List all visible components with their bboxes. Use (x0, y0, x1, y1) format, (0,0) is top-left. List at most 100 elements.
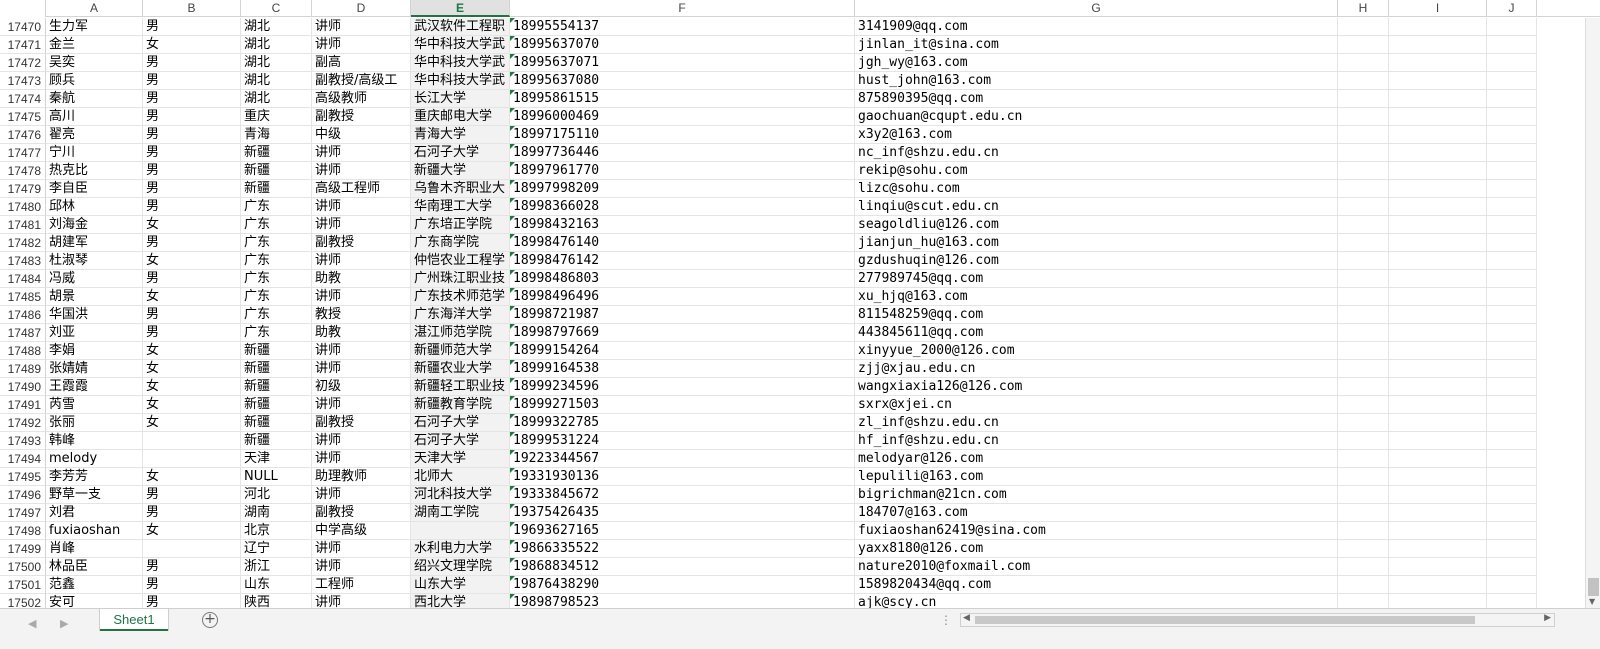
cell-b[interactable] (143, 540, 241, 558)
cell-d[interactable]: 副教授 (312, 504, 411, 522)
row-header[interactable]: 17499 (0, 540, 46, 558)
cell-f[interactable]: 18995637070 (510, 36, 855, 54)
cell-a[interactable]: 王霞霞 (46, 378, 143, 396)
row-header[interactable]: 17493 (0, 432, 46, 450)
cell-a[interactable]: 李芳芳 (46, 468, 143, 486)
cell-a[interactable]: 金兰 (46, 36, 143, 54)
cell-c[interactable]: 新疆 (241, 378, 312, 396)
cell-i[interactable] (1389, 396, 1487, 414)
cell-c[interactable]: 天津 (241, 450, 312, 468)
cell-f[interactable]: 18995861515 (510, 90, 855, 108)
cell-e[interactable]: 长江大学 (411, 90, 510, 108)
cell-c[interactable]: 湖北 (241, 72, 312, 90)
cell-d[interactable]: 高级教师 (312, 90, 411, 108)
cell-c[interactable]: 湖北 (241, 18, 312, 36)
cell-c[interactable]: 广东 (241, 234, 312, 252)
cell-c[interactable]: 北京 (241, 522, 312, 540)
cell-d[interactable]: 初级 (312, 378, 411, 396)
cell-c[interactable]: 湖北 (241, 90, 312, 108)
cell-e[interactable]: 河北科技大学 (411, 486, 510, 504)
cell-i[interactable] (1389, 378, 1487, 396)
cell-f[interactable]: 19866335522 (510, 540, 855, 558)
cell-d[interactable]: 助教 (312, 270, 411, 288)
cell-c[interactable]: 浙江 (241, 558, 312, 576)
cell-h[interactable] (1338, 540, 1389, 558)
cell-f[interactable]: 18997175110 (510, 126, 855, 144)
row-header[interactable]: 17496 (0, 486, 46, 504)
horizontal-scrollbar[interactable]: ◀ ▶ (960, 613, 1555, 627)
row-header[interactable]: 17482 (0, 234, 46, 252)
cell-j[interactable] (1487, 198, 1537, 216)
cell-f[interactable]: 18998432163 (510, 216, 855, 234)
cell-g[interactable]: bigrichman@21cn.com (855, 486, 1338, 504)
cell-f[interactable]: 18995637080 (510, 72, 855, 90)
cell-b[interactable]: 男 (143, 504, 241, 522)
cell-a[interactable]: 吴奕 (46, 54, 143, 72)
cell-j[interactable] (1487, 324, 1537, 342)
cell-a[interactable]: 高川 (46, 108, 143, 126)
cell-j[interactable] (1487, 576, 1537, 594)
cell-i[interactable] (1389, 144, 1487, 162)
row-header[interactable]: 17495 (0, 468, 46, 486)
cell-a[interactable]: fuxiaoshan (46, 522, 143, 540)
cell-f[interactable]: 18995637071 (510, 54, 855, 72)
cell-b[interactable] (143, 432, 241, 450)
cell-g[interactable]: sxrx@xjei.cn (855, 396, 1338, 414)
cell-a[interactable]: 韩峰 (46, 432, 143, 450)
cell-j[interactable] (1487, 180, 1537, 198)
row-header[interactable]: 17486 (0, 306, 46, 324)
column-header-g[interactable]: G (855, 0, 1338, 17)
row-header[interactable]: 17500 (0, 558, 46, 576)
cell-j[interactable] (1487, 558, 1537, 576)
vertical-scroll-thumb[interactable] (1588, 578, 1599, 596)
scroll-right-arrow-icon[interactable]: ▶ (1544, 613, 1551, 623)
cell-c[interactable]: 湖南 (241, 504, 312, 522)
cell-d[interactable]: 助理教师 (312, 468, 411, 486)
cell-a[interactable]: 翟亮 (46, 126, 143, 144)
row-header[interactable]: 17485 (0, 288, 46, 306)
cell-e[interactable]: 广东技术师范学 (411, 288, 510, 306)
cell-j[interactable] (1487, 522, 1537, 540)
cell-f[interactable]: 19333845672 (510, 486, 855, 504)
column-header-d[interactable]: D (312, 0, 411, 17)
cell-h[interactable] (1338, 576, 1389, 594)
cell-d[interactable]: 工程师 (312, 576, 411, 594)
cell-f[interactable]: 18999154264 (510, 342, 855, 360)
cell-c[interactable]: 新疆 (241, 360, 312, 378)
cell-a[interactable]: 刘亚 (46, 324, 143, 342)
cell-h[interactable] (1338, 18, 1389, 36)
cell-j[interactable] (1487, 360, 1537, 378)
cell-f[interactable]: 18996000469 (510, 108, 855, 126)
row-header[interactable]: 17488 (0, 342, 46, 360)
cell-c[interactable]: 广东 (241, 306, 312, 324)
cell-e[interactable]: 新疆教育学院 (411, 396, 510, 414)
cell-f[interactable]: 18998366028 (510, 198, 855, 216)
select-all-corner[interactable] (0, 0, 46, 17)
column-header-c[interactable]: C (241, 0, 312, 17)
cell-b[interactable]: 男 (143, 270, 241, 288)
cell-a[interactable]: 胡建军 (46, 234, 143, 252)
cell-c[interactable]: 湖北 (241, 36, 312, 54)
cell-g[interactable]: 443845611@qq.com (855, 324, 1338, 342)
cell-g[interactable]: 277989745@qq.com (855, 270, 1338, 288)
cell-d[interactable]: 讲师 (312, 144, 411, 162)
cell-f[interactable]: 18998476140 (510, 234, 855, 252)
cell-b[interactable]: 女 (143, 396, 241, 414)
cell-j[interactable] (1487, 108, 1537, 126)
cell-e[interactable]: 新疆轻工职业技 (411, 378, 510, 396)
cell-g[interactable]: lizc@sohu.com (855, 180, 1338, 198)
cell-h[interactable] (1338, 270, 1389, 288)
cell-i[interactable] (1389, 486, 1487, 504)
row-header[interactable]: 17492 (0, 414, 46, 432)
cell-h[interactable] (1338, 378, 1389, 396)
cell-e[interactable]: 华中科技大学武 (411, 72, 510, 90)
cell-d[interactable]: 讲师 (312, 558, 411, 576)
cell-h[interactable] (1338, 342, 1389, 360)
row-header[interactable]: 17494 (0, 450, 46, 468)
cell-g[interactable]: 184707@163.com (855, 504, 1338, 522)
cell-b[interactable]: 女 (143, 378, 241, 396)
row-header[interactable]: 17472 (0, 54, 46, 72)
cell-b[interactable]: 男 (143, 234, 241, 252)
cell-i[interactable] (1389, 468, 1487, 486)
cell-i[interactable] (1389, 432, 1487, 450)
